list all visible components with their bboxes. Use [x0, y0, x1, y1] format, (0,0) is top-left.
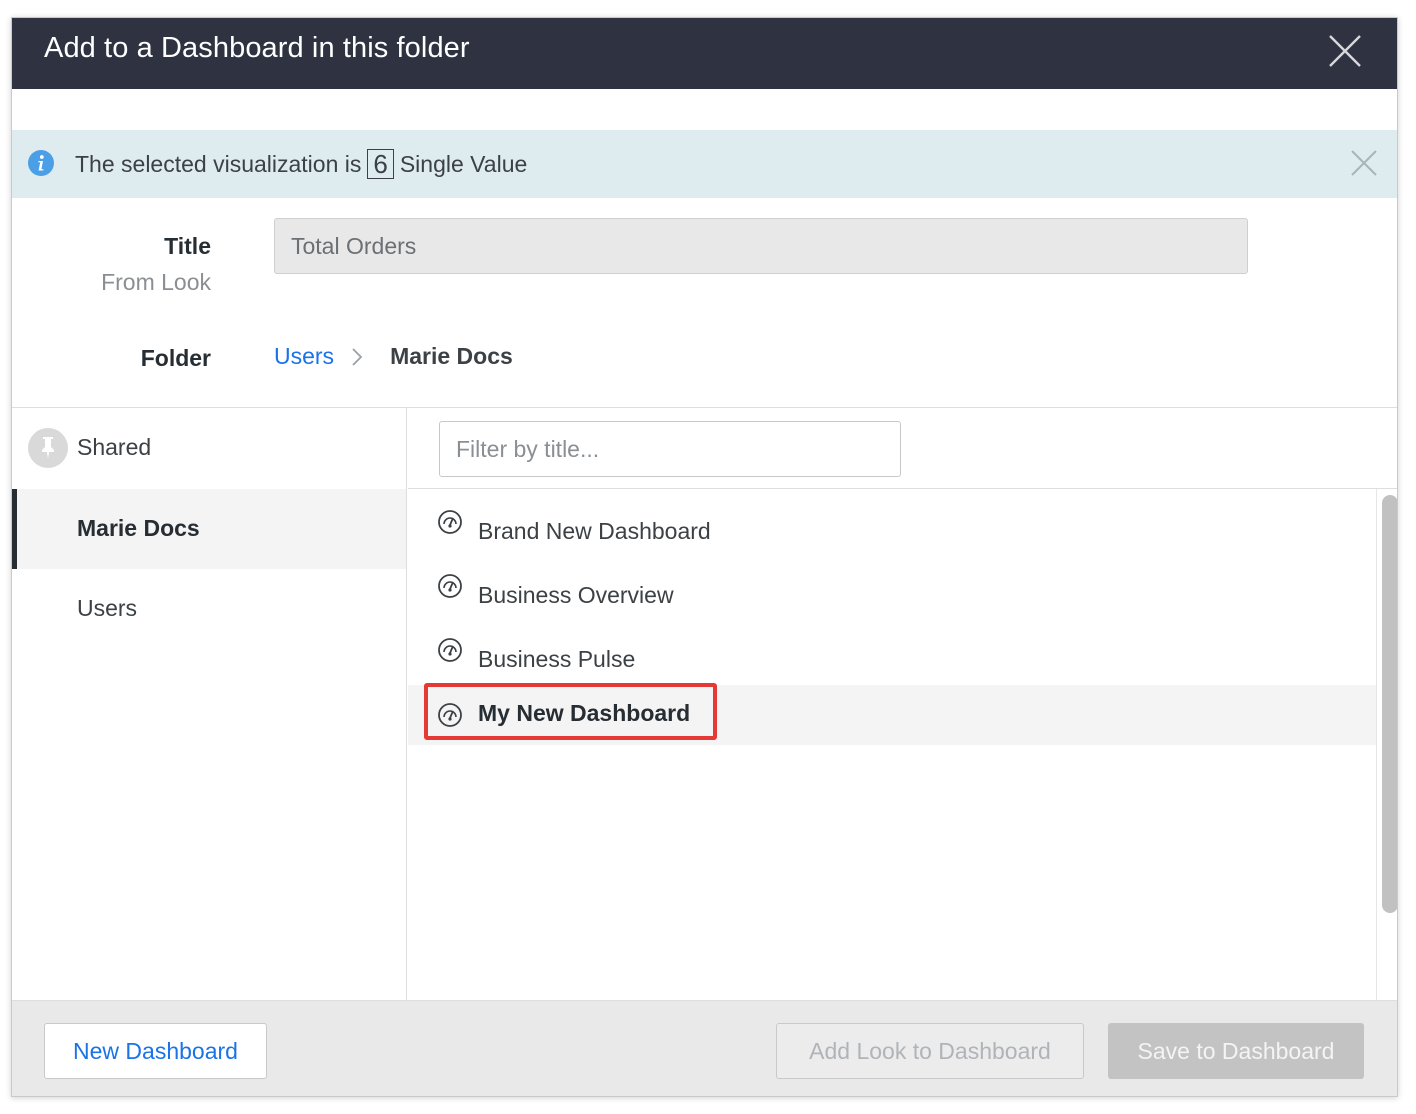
breadcrumb: Users Marie Docs	[274, 343, 513, 370]
dialog-title: Add to a Dashboard in this folder	[44, 32, 470, 64]
add-look-to-dashboard-button[interactable]: Add Look to Dashboard	[776, 1023, 1084, 1079]
dashboard-name: My New Dashboard	[478, 700, 691, 726]
dashboard-gauge-icon	[438, 703, 462, 727]
chevron-right-icon	[352, 347, 363, 366]
dashboard-name: Business Overview	[478, 582, 674, 608]
info-icon	[28, 150, 54, 176]
banner-text-prefix: The selected visualization is	[75, 150, 362, 177]
breadcrumb-current: Marie Docs	[390, 343, 513, 369]
sidebar-item-shared[interactable]: Shared	[12, 408, 406, 488]
list-item-selected[interactable]: My New Dashboard	[408, 683, 1376, 745]
filter-input[interactable]	[439, 421, 901, 477]
dashboard-name: Brand New Dashboard	[478, 518, 711, 544]
scrollbar[interactable]	[1376, 489, 1397, 1000]
dashboard-name: Business Pulse	[478, 646, 636, 672]
info-banner: The selected visualization is 6 Single V…	[12, 130, 1397, 198]
dialog-header: Add to a Dashboard in this folder	[12, 18, 1397, 89]
sidebar-item-label: Marie Docs	[77, 515, 200, 541]
dialog-footer: New Dashboard Add Look to Dashboard Save…	[12, 1000, 1397, 1096]
pin-icon	[28, 428, 68, 468]
sidebar-item-label: Shared	[77, 434, 152, 460]
banner-message: The selected visualization is 6 Single V…	[75, 149, 527, 179]
title-label: Title	[164, 233, 211, 259]
breadcrumb-link-users[interactable]: Users	[274, 343, 334, 370]
scrollbar-thumb[interactable]	[1382, 495, 1397, 913]
sidebar-item-users[interactable]: Users	[12, 569, 406, 649]
dashboard-gauge-icon	[438, 510, 462, 534]
viz-name: Single Value	[399, 150, 528, 177]
list-item[interactable]: Brand New Dashboard	[408, 489, 1376, 553]
dashboard-gauge-icon	[438, 638, 462, 662]
sidebar-item-label: Users	[77, 595, 138, 621]
add-to-dashboard-dialog: Add to a Dashboard in this folder The se…	[11, 17, 1398, 1097]
folder-sidebar: Shared Marie Docs Users	[12, 408, 407, 1000]
save-to-dashboard-button[interactable]: Save to Dashboard	[1108, 1023, 1364, 1079]
dashboard-list-pane: Brand New Dashboard Business Overview	[408, 408, 1397, 1000]
close-icon[interactable]	[1327, 33, 1363, 69]
title-input[interactable]	[274, 218, 1248, 274]
dashboard-list: Brand New Dashboard Business Overview Bu…	[408, 489, 1376, 745]
title-source-label: From Look	[101, 269, 211, 295]
list-item[interactable]: Business Overview	[408, 553, 1376, 617]
single-value-viz-icon: 6	[367, 149, 394, 179]
sidebar-item-marie-docs[interactable]: Marie Docs	[12, 489, 406, 569]
folder-label: Folder	[140, 345, 211, 371]
new-dashboard-button[interactable]: New Dashboard	[44, 1023, 267, 1079]
list-item[interactable]: Business Pulse	[408, 617, 1376, 681]
close-icon[interactable]	[1349, 148, 1379, 178]
dashboard-gauge-icon	[438, 574, 462, 598]
